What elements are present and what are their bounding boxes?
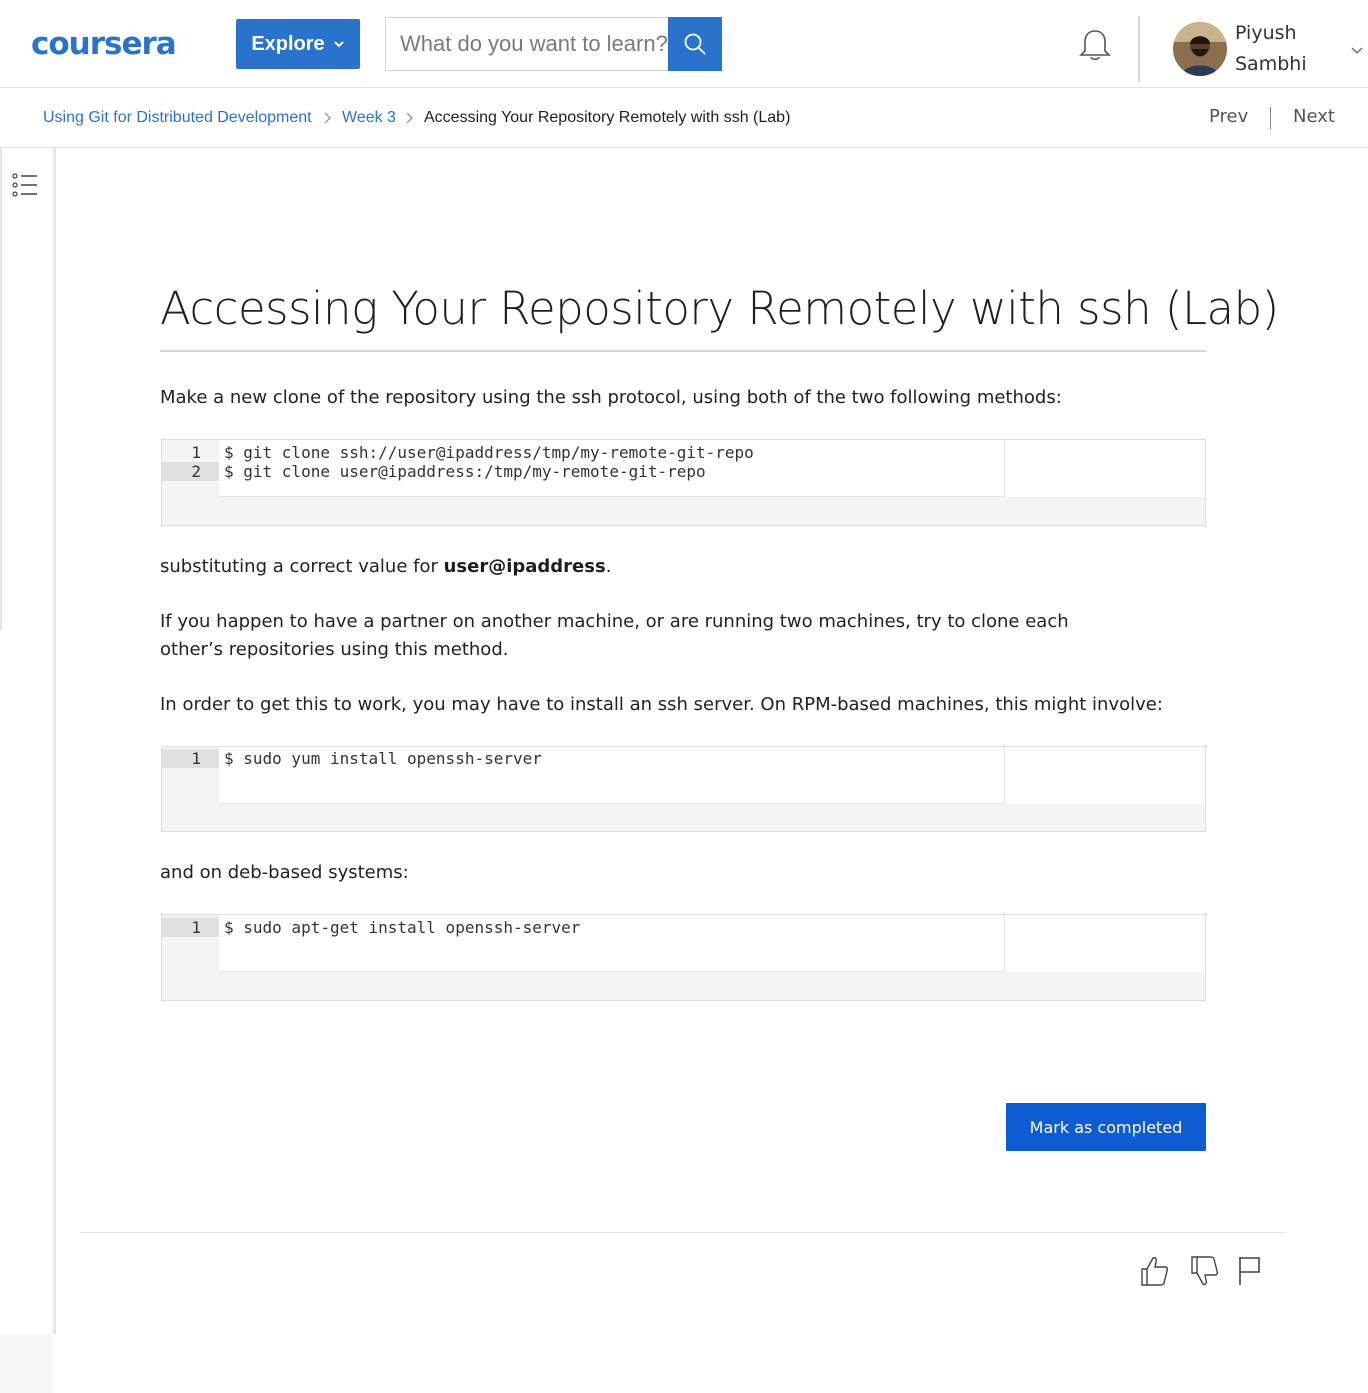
footer-divider xyxy=(80,1232,1286,1233)
avatar[interactable] xyxy=(1173,22,1227,76)
deb-intro-text: and on deb-based systems: xyxy=(160,862,409,883)
mark-as-completed-button[interactable]: Mark as completed xyxy=(1006,1103,1206,1151)
explore-label: Explore xyxy=(251,32,325,55)
intro-text: Make a new clone of the repository using… xyxy=(160,387,1062,408)
header-divider xyxy=(1138,16,1140,82)
user-first-name: Piyush xyxy=(1235,22,1297,44)
code-output-panel xyxy=(1004,915,1205,972)
substitution-prefix: substituting a correct value for xyxy=(160,556,444,577)
code-output-panel xyxy=(1004,747,1205,804)
line-number: 1 xyxy=(162,749,219,768)
thumbs-up-icon[interactable] xyxy=(1138,1254,1170,1288)
chevron-right-icon xyxy=(324,112,331,124)
code-output-panel xyxy=(1004,440,1205,497)
sidebar-edge xyxy=(0,148,2,630)
chevron-right-icon xyxy=(406,112,413,124)
line-number: 2 xyxy=(162,462,219,481)
page-title: Accessing Your Repository Remotely with … xyxy=(160,282,1279,335)
user-last-name: Sambhi xyxy=(1235,53,1307,75)
breadcrumb-week[interactable]: Week 3 xyxy=(342,108,396,128)
substitution-suffix: . xyxy=(605,556,612,577)
top-header: coursera Explore What do you want to lea… xyxy=(0,0,1368,88)
nav-divider xyxy=(1270,107,1271,129)
prev-link[interactable]: Prev xyxy=(1209,106,1248,127)
partner-text: If you happen to have a partner on anoth… xyxy=(160,611,1069,660)
substitution-bold: user@ipaddress xyxy=(443,556,606,577)
next-link[interactable]: Next xyxy=(1293,106,1335,127)
bell-icon[interactable] xyxy=(1075,26,1115,66)
title-divider xyxy=(160,350,1206,352)
search-icon xyxy=(684,33,706,55)
flag-icon[interactable] xyxy=(1234,1254,1266,1288)
search-input[interactable]: What do you want to learn? xyxy=(385,17,669,71)
thumbs-down-icon[interactable] xyxy=(1188,1254,1220,1288)
code-block[interactable]: 1 $ sudo yum install openssh-server xyxy=(161,746,1206,832)
explore-button[interactable]: Explore xyxy=(236,19,360,69)
code-block[interactable]: 1 $ sudo apt-get install openssh-server xyxy=(161,914,1206,1001)
coursera-logo[interactable]: coursera xyxy=(31,27,205,59)
sidebar xyxy=(0,148,56,1334)
install-intro-text: In order to get this to work, you may ha… xyxy=(160,694,1163,715)
code-text: $ git clone ssh://user@ipaddress/tmp/my-… xyxy=(224,443,754,462)
code-editor[interactable]: 1 $ sudo yum install openssh-server xyxy=(162,747,1205,804)
chevron-down-icon xyxy=(333,41,344,48)
table-of-contents-icon[interactable] xyxy=(11,171,39,199)
code-editor[interactable]: 1 $ sudo apt-get install openssh-server xyxy=(162,915,1205,972)
chevron-down-icon[interactable] xyxy=(1350,43,1364,57)
breadcrumb-course[interactable]: Using Git for Distributed Development xyxy=(43,108,312,128)
code-block[interactable]: 1 $ git clone ssh://user@ipaddress/tmp/m… xyxy=(161,439,1206,526)
line-number: 1 xyxy=(162,918,219,937)
line-number: 1 xyxy=(191,443,201,462)
user-name[interactable]: Piyush Sambhi xyxy=(1235,18,1345,80)
svg-text:coursera: coursera xyxy=(31,27,176,59)
code-editor[interactable]: 1 $ git clone ssh://user@ipaddress/tmp/m… xyxy=(162,440,1205,497)
code-text: $ sudo yum install openssh-server xyxy=(224,749,542,768)
code-text: $ git clone user@ipaddress:/tmp/my-remot… xyxy=(224,462,706,481)
breadcrumb-current: Accessing Your Repository Remotely with … xyxy=(424,109,791,126)
code-text: $ sudo apt-get install openssh-server xyxy=(224,918,581,937)
substitution-text: substituting a correct value for user@ip… xyxy=(160,553,1160,581)
sidebar-footer xyxy=(0,1334,52,1393)
search-placeholder: What do you want to learn? xyxy=(400,31,668,56)
search-button[interactable] xyxy=(668,17,722,71)
breadcrumb: Using Git for Distributed Development We… xyxy=(0,88,1368,148)
